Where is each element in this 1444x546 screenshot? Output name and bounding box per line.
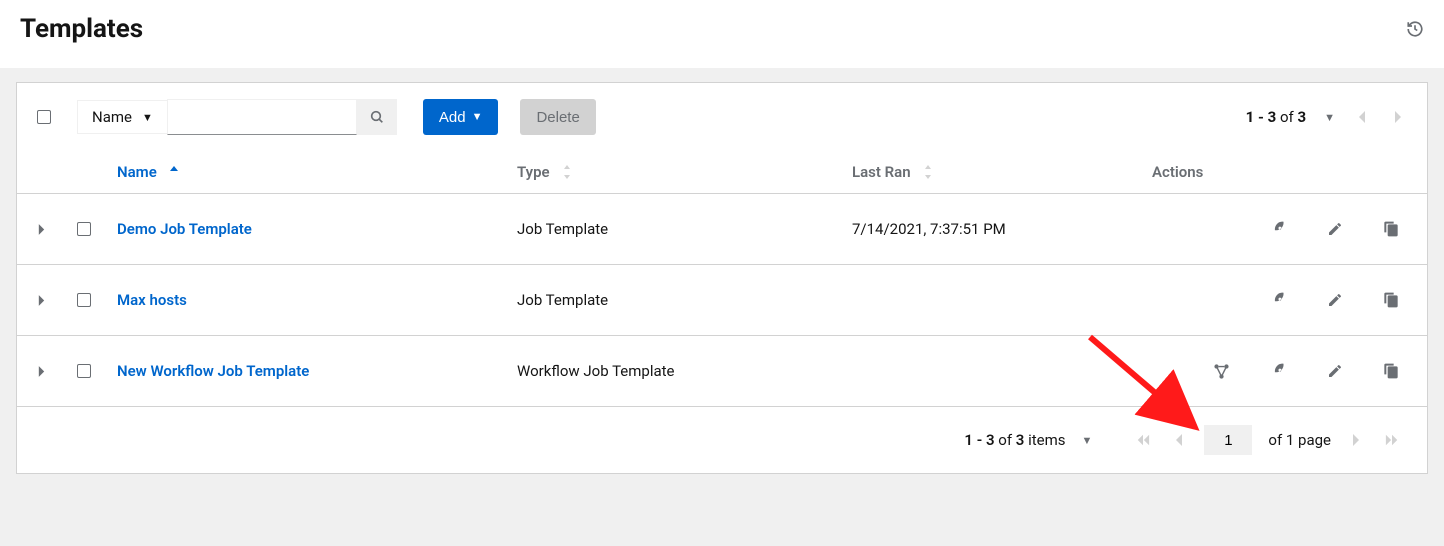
footer-range-of: of: [998, 431, 1012, 449]
expand-toggle[interactable]: [37, 365, 77, 378]
launch-icon[interactable]: [1270, 363, 1287, 380]
template-type: Workflow Job Template: [517, 362, 675, 380]
delete-button-label: Delete: [536, 109, 579, 126]
row-checkbox[interactable]: [77, 222, 91, 236]
col-header-name[interactable]: Name: [117, 163, 179, 181]
add-button[interactable]: Add ▼: [423, 99, 499, 135]
first-page[interactable]: [1132, 429, 1154, 451]
col-header-actions: Actions: [1152, 163, 1203, 181]
sort-icon: [562, 164, 572, 180]
history-icon[interactable]: [1406, 20, 1424, 38]
expand-toggle[interactable]: [37, 294, 77, 307]
expand-toggle[interactable]: [37, 223, 77, 236]
visualizer-icon[interactable]: [1213, 363, 1230, 380]
template-lastran: 7/14/2021, 7:37:51 PM: [852, 220, 1006, 238]
col-header-type-label: Type: [517, 163, 550, 181]
pagination-footer: 1 - 3 of 3 items ▼ of 1 page: [17, 407, 1427, 473]
copy-icon[interactable]: [1383, 363, 1399, 380]
copy-icon[interactable]: [1383, 221, 1399, 238]
range-start: 1 - 3: [1246, 108, 1277, 126]
copy-icon[interactable]: [1383, 292, 1399, 309]
page-number-input[interactable]: [1204, 425, 1252, 455]
prev-page[interactable]: [1170, 429, 1188, 451]
row-checkbox[interactable]: [77, 293, 91, 307]
template-type: Job Template: [517, 220, 608, 238]
table-row: Max hosts Job Template: [17, 265, 1427, 336]
caret-down-icon: ▼: [472, 111, 483, 123]
add-button-label: Add: [439, 109, 466, 126]
next-page[interactable]: [1347, 429, 1365, 451]
page-suffix: of 1 page: [1268, 431, 1331, 449]
sort-asc-icon: [169, 165, 179, 179]
edit-icon[interactable]: [1327, 221, 1343, 238]
last-page[interactable]: [1381, 429, 1403, 451]
search-button[interactable]: [357, 99, 397, 135]
prev-page-top[interactable]: [1353, 106, 1371, 128]
range-total: 3: [1298, 108, 1307, 126]
col-header-lastran[interactable]: Last Ran: [852, 163, 933, 181]
table-header: Name Type Last Ran Actions: [17, 151, 1427, 194]
footer-range-start: 1 - 3: [964, 431, 994, 449]
templates-card: Name ▼ Add ▼ Delete 1 - 3 of 3 ▼: [16, 82, 1428, 474]
page-title: Templates: [20, 14, 143, 44]
col-header-type[interactable]: Type: [517, 163, 572, 181]
filter-key-label: Name: [92, 108, 132, 126]
toolbar: Name ▼ Add ▼ Delete 1 - 3 of 3 ▼: [17, 83, 1427, 151]
caret-down-icon: ▼: [142, 111, 153, 124]
template-link[interactable]: Max hosts: [117, 291, 187, 309]
col-header-name-label: Name: [117, 163, 157, 181]
edit-icon[interactable]: [1327, 363, 1343, 380]
footer-items-label: items: [1028, 431, 1065, 449]
delete-button[interactable]: Delete: [520, 99, 595, 135]
col-header-lastran-label: Last Ran: [852, 163, 911, 181]
launch-icon[interactable]: [1270, 221, 1287, 238]
template-link[interactable]: New Workflow Job Template: [117, 362, 309, 380]
row-checkbox[interactable]: [77, 364, 91, 378]
top-range: 1 - 3 of 3: [1246, 108, 1306, 126]
filter-input[interactable]: [167, 99, 357, 135]
launch-icon[interactable]: [1270, 292, 1287, 309]
table-row: New Workflow Job Template Workflow Job T…: [17, 336, 1427, 407]
table-row: Demo Job Template Job Template 7/14/2021…: [17, 194, 1427, 265]
template-type: Job Template: [517, 291, 608, 309]
sort-icon: [923, 164, 933, 180]
footer-range: 1 - 3 of 3 items: [964, 431, 1065, 449]
next-page-top[interactable]: [1389, 106, 1407, 128]
edit-icon[interactable]: [1327, 292, 1343, 309]
per-page-dropdown-footer[interactable]: ▼: [1082, 434, 1093, 447]
footer-range-total: 3: [1016, 431, 1025, 449]
filter-key-dropdown[interactable]: Name ▼: [77, 100, 167, 134]
template-link[interactable]: Demo Job Template: [117, 220, 252, 238]
range-of: of: [1280, 108, 1294, 126]
per-page-dropdown[interactable]: ▼: [1324, 111, 1335, 124]
select-all-checkbox[interactable]: [37, 110, 51, 124]
